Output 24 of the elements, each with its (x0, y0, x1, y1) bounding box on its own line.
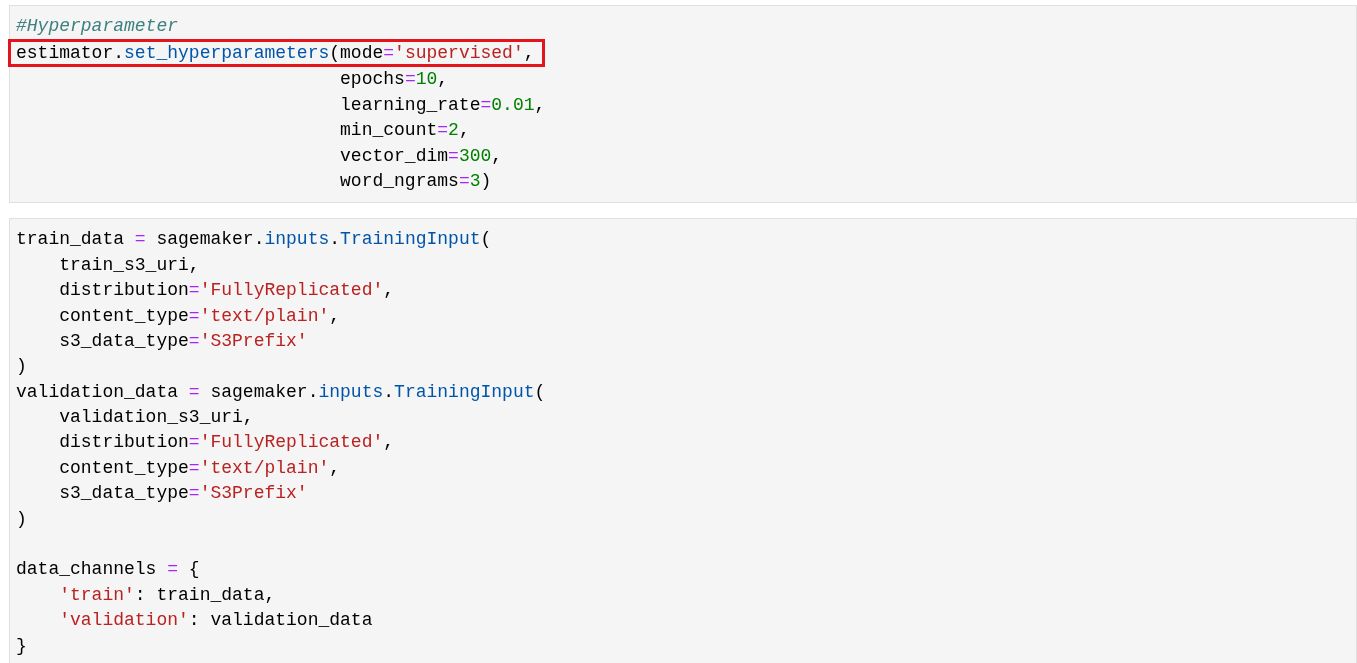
code-line: ) (16, 507, 27, 531)
code-line: vector_dim=300, (339, 144, 503, 168)
code-line: epochs=10, (339, 68, 449, 92)
code-line: ) (16, 355, 27, 379)
code-line: } (16, 634, 27, 658)
code-line: data_channels = { (16, 558, 200, 582)
code-line: s3_data_type='S3Prefix' (58, 329, 308, 353)
code-line: 'train': train_data, (58, 583, 276, 607)
code-line: content_type='text/plain', (58, 304, 341, 328)
code-line: train_s3_uri, (58, 253, 200, 277)
code-line: train_data = sagemaker.inputs.TrainingInput( (16, 228, 492, 252)
code-line: min_count=2, (339, 119, 470, 143)
code-cell[interactable]: #Hyperparameter estimator.set_hyperparameters(mode='supervised', epochs=10, learning_rate=0.01, min_count=2, vector_dim=300, word_ngrams=3) (9, 5, 1357, 204)
code-cell[interactable] (9, 218, 1357, 663)
code-line: content_type='text/plain', (58, 456, 341, 480)
code-line: distribution='FullyReplicated', (58, 431, 395, 455)
code-line: learning_rate=0.01, (339, 93, 546, 117)
code-line: s3_data_type='S3Prefix' (58, 482, 308, 506)
code-line: 'validation': validation_data (58, 609, 373, 633)
code-line: word_ngrams=3) (339, 169, 492, 193)
code-line: distribution='FullyReplicated', (58, 279, 395, 303)
code-line: validation_s3_uri, (58, 406, 254, 430)
code-line: #Hyperparameter (16, 15, 179, 38)
code-line: validation_data = sagemaker.inputs.TrainingInput( (16, 380, 546, 404)
